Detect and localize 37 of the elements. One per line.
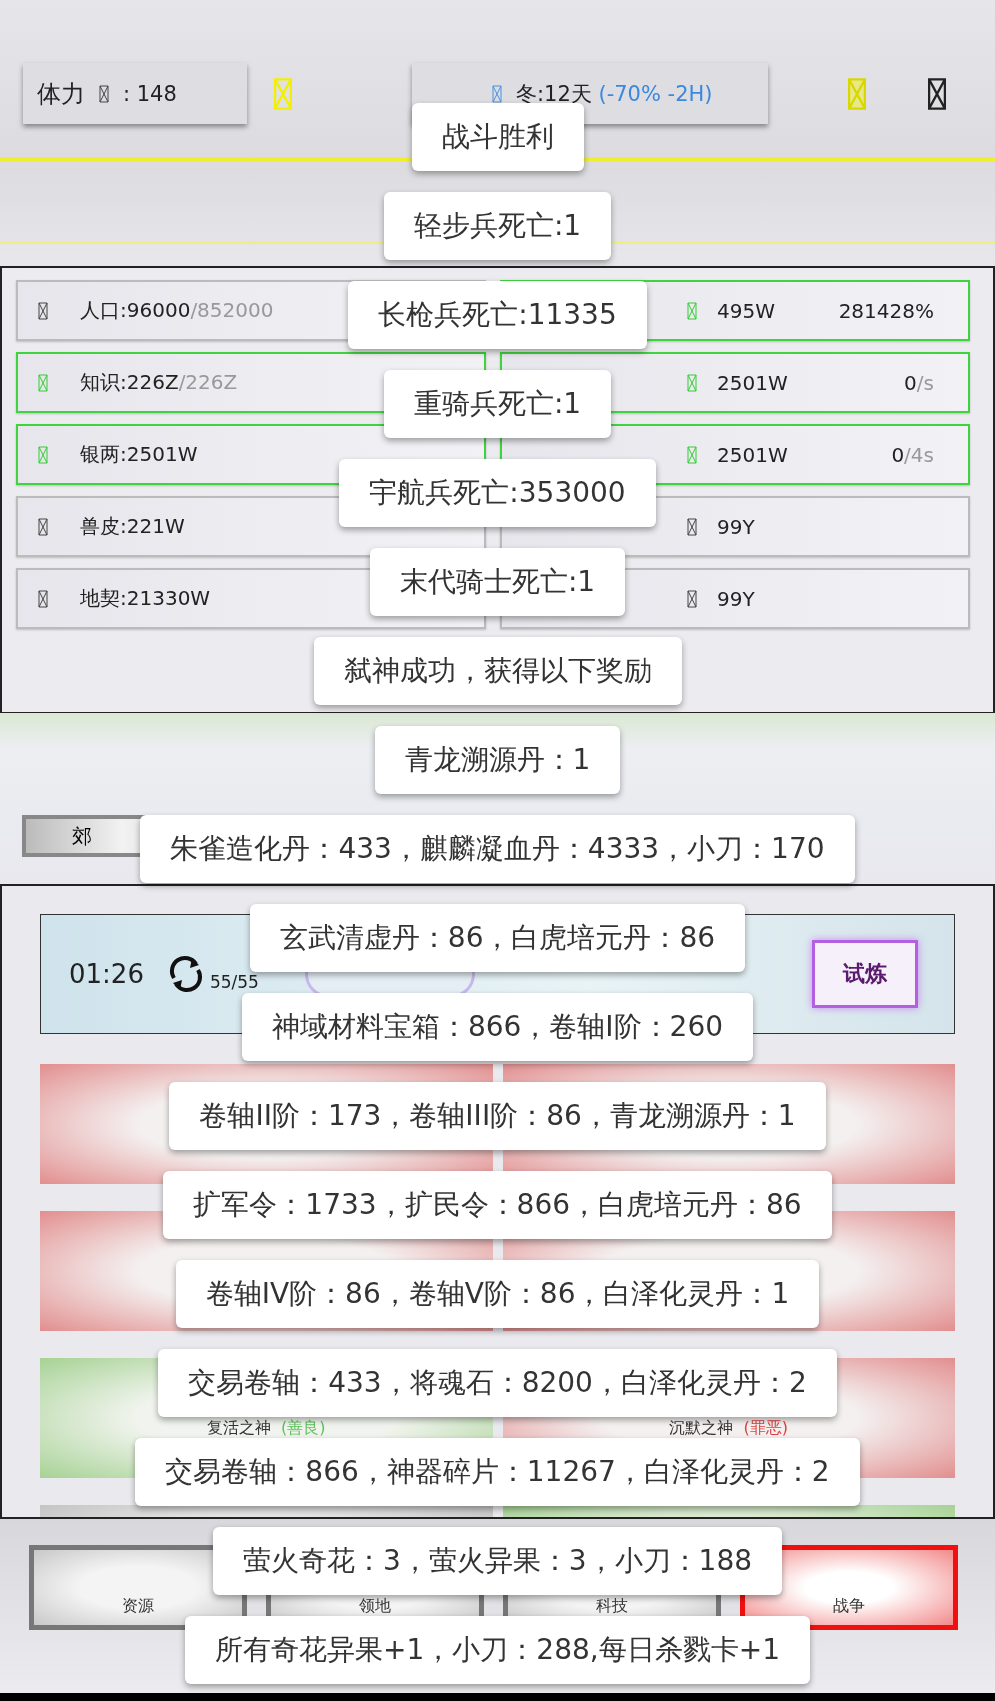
message-toast: 宇航兵死亡:353000 — [339, 459, 656, 527]
attempt-count: 55/55 — [209, 973, 259, 992]
message-toast: 所有奇花异果+1，小刀：288,每日杀戮卡+1 — [185, 1616, 810, 1684]
resource-label: 495W — [717, 298, 775, 323]
resource-label: 人口:96000/852000 — [80, 297, 274, 324]
message-toast: 萤火奇花：3，萤火异果：3，小刀：188 — [212, 1527, 783, 1595]
resource-label: 兽皮:221W — [80, 513, 185, 540]
message-toast: 神域材料宝箱：866，卷轴I阶：260 — [241, 993, 754, 1061]
resource-label: 99Y — [717, 586, 755, 611]
message-toast: 朱雀造化丹：433，麒麟凝血丹：4333，小刀：170 — [140, 815, 855, 883]
message-toast: 长枪兵死亡:11335 — [348, 281, 647, 349]
message-toast: 弑神成功，获得以下奖励 — [313, 637, 682, 705]
message-toast: 玄武清虚丹：86，白虎培元丹：86 — [249, 904, 746, 972]
resource-label: 99Y — [717, 514, 755, 539]
resource-rate: 0/4s — [891, 442, 934, 467]
message-toast: 扩军令：1733，扩民令：866，白虎培元丹：86 — [163, 1171, 832, 1239]
god-name: 沉默之神 (罪恶) — [669, 1419, 789, 1437]
message-toast: 卷轴II阶：173，卷轴III阶：86，青龙溯源丹：1 — [169, 1082, 826, 1150]
resource-label: 地契:21330W — [80, 585, 211, 612]
resource-label: 知识:226Z/226Z — [80, 369, 238, 396]
stamina-label: 体力 — [37, 78, 85, 110]
message-toast: 交易卷轴：866，神器碎片：11267，白泽化灵丹：2 — [135, 1438, 860, 1506]
resource-rate: 0/s — [904, 370, 934, 395]
resource-label: 2501W — [717, 442, 788, 467]
resource-label: 银两:2501W — [80, 441, 198, 468]
message-toast: 末代骑士死亡:1 — [369, 548, 626, 616]
resource-label: 2501W — [717, 370, 788, 395]
message-toast: 交易卷轴：433，将魂石：8200，白泽化灵丹：2 — [158, 1349, 837, 1417]
god-name: 复活之神 (善良) — [206, 1419, 326, 1437]
resource-rate: 281428% — [838, 298, 934, 323]
timer-text: 01:26 — [69, 959, 144, 989]
message-toast: 战斗胜利 — [411, 103, 584, 171]
message-toast: 青龙溯源丹：1 — [374, 726, 621, 794]
message-toast: 重骑兵死亡:1 — [383, 370, 612, 438]
message-toast: 轻步兵死亡:1 — [383, 192, 612, 260]
message-toast: 卷轴IV阶：86，卷轴V阶：86，白泽化灵丹：1 — [175, 1260, 820, 1328]
stamina-value: : 148 — [123, 81, 177, 106]
